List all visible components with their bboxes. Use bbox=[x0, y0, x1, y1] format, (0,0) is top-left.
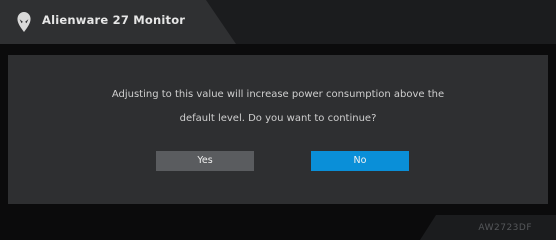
dialog-message-line-1: Adjusting to this value will increase po… bbox=[111, 89, 445, 100]
app-title: Alienware 27 Monitor bbox=[42, 13, 186, 27]
alienware-logo-icon bbox=[17, 12, 31, 32]
yes-button[interactable]: Yes bbox=[156, 151, 254, 171]
no-button[interactable]: No bbox=[311, 151, 409, 171]
dialog-message-line-2: default level. Do you want to continue? bbox=[179, 113, 377, 124]
confirmation-dialog: Adjusting to this value will increase po… bbox=[8, 55, 548, 204]
model-label: AW2723DF bbox=[478, 223, 532, 233]
